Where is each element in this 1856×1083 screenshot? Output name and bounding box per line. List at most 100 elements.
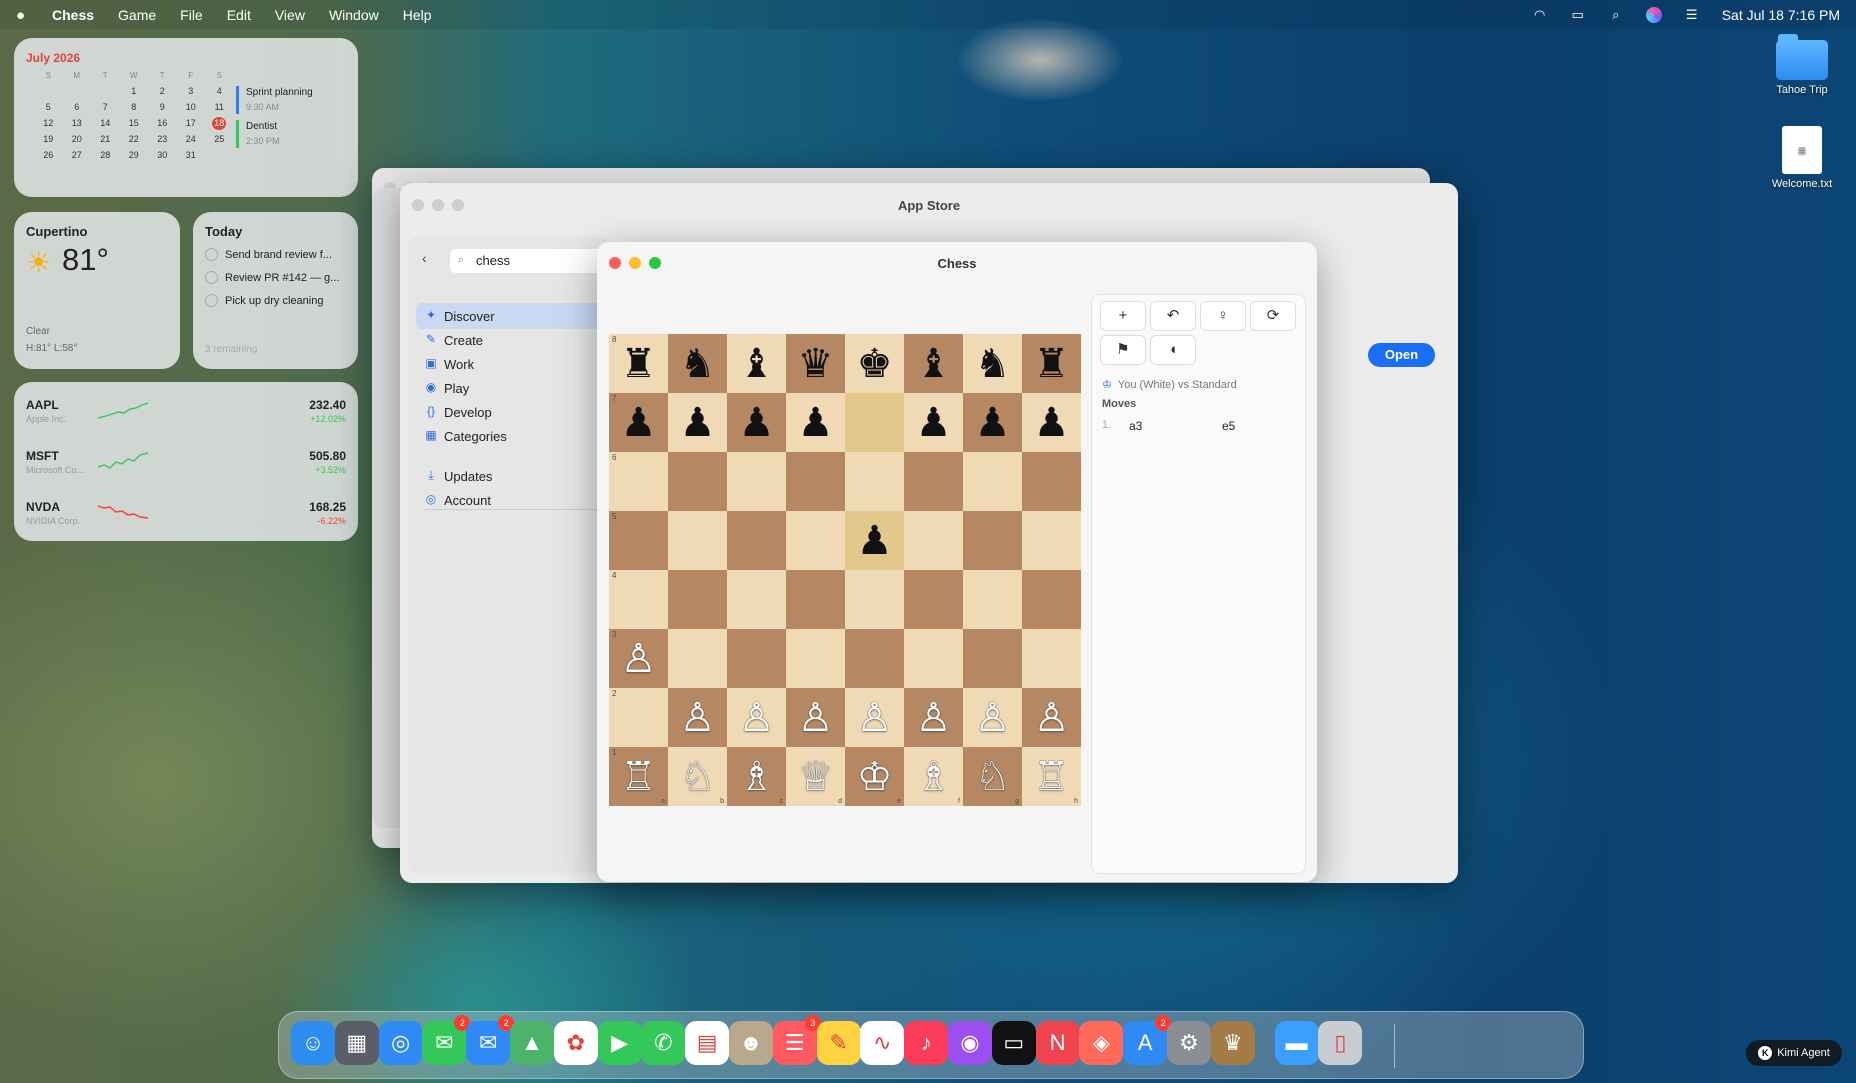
- reminder-item[interactable]: Pick up dry cleaning: [205, 294, 323, 307]
- siri-icon[interactable]: [1645, 6, 1662, 23]
- contacts-icon[interactable]: ☻: [729, 1021, 773, 1065]
- white-piece[interactable]: ♗: [916, 757, 952, 797]
- square-g1[interactable]: g ♘: [963, 747, 1022, 806]
- black-piece[interactable]: ♜: [621, 344, 657, 384]
- square-c8[interactable]: ♝: [727, 334, 786, 393]
- calendar-icon[interactable]: ▤: [685, 1021, 730, 1065]
- square-d7[interactable]: ♟: [786, 393, 845, 452]
- menu-edit[interactable]: Edit: [227, 7, 251, 23]
- calendar-day[interactable]: 28: [91, 149, 120, 162]
- square-c2[interactable]: ♙: [727, 688, 786, 747]
- square-f1[interactable]: f ♗: [904, 747, 963, 806]
- square-a5[interactable]: 5: [609, 511, 668, 570]
- calendar-event[interactable]: Sprint planning 9:30 AM: [236, 86, 313, 114]
- square-g5[interactable]: [963, 511, 1022, 570]
- stock-row[interactable]: MSFT Microsoft Co... 505.80 +3.52%: [26, 445, 346, 483]
- sidebar-item-develop[interactable]: {} Develop: [416, 399, 608, 425]
- square-f8[interactable]: ♝: [904, 334, 963, 393]
- desktop-file[interactable]: ≡ Welcome.txt: [1762, 126, 1842, 190]
- square-e8[interactable]: ♚: [845, 334, 904, 393]
- checkbox-icon[interactable]: [205, 294, 218, 307]
- white-piece[interactable]: ♘: [680, 757, 716, 797]
- white-piece[interactable]: ♙: [975, 698, 1011, 738]
- black-piece[interactable]: ♟: [739, 403, 775, 443]
- square-c4[interactable]: [727, 570, 786, 629]
- stock-row[interactable]: NVDA NVIDIA Corp. 168.25 -6.22%: [26, 496, 346, 534]
- rotate-board-button[interactable]: ⟳: [1250, 301, 1296, 331]
- square-d5[interactable]: [786, 511, 845, 570]
- square-c1[interactable]: c ♗: [727, 747, 786, 806]
- trash-icon[interactable]: ▯: [1318, 1021, 1363, 1065]
- white-piece[interactable]: ♙: [739, 698, 775, 738]
- stock-row[interactable]: AAPL Apple Inc. 232.40 +12.02%: [26, 394, 346, 432]
- calendar-day[interactable]: 23: [148, 133, 177, 146]
- square-f7[interactable]: ♟: [904, 393, 963, 452]
- black-piece[interactable]: ♚: [857, 344, 893, 384]
- square-a4[interactable]: 4: [609, 570, 668, 629]
- messages-icon[interactable]: ✉ 2: [422, 1015, 471, 1065]
- launchpad-icon[interactable]: ▦: [334, 1021, 379, 1065]
- music-icon[interactable]: ♪: [904, 1021, 949, 1065]
- calendar-widget[interactable]: July 2026 S M T W T F S 1 2 3 4 5 6 7 8 9 10 11 12 13 14 15 16…: [14, 38, 358, 197]
- square-h1[interactable]: h ♖: [1022, 747, 1081, 806]
- calendar-day[interactable]: 15: [120, 117, 149, 130]
- calendar-day[interactable]: 3: [177, 85, 206, 98]
- black-piece[interactable]: ♜: [1034, 344, 1070, 384]
- square-d4[interactable]: [786, 570, 845, 629]
- menu-view[interactable]: View: [275, 7, 305, 23]
- safari-icon[interactable]: ◎: [378, 1021, 423, 1065]
- white-piece[interactable]: ♙: [680, 698, 716, 738]
- calendar-day[interactable]: 17: [177, 117, 206, 130]
- square-h6[interactable]: [1022, 452, 1081, 511]
- sidebar-item-categories[interactable]: ▦ Categories: [416, 423, 608, 449]
- calendar-day[interactable]: 16: [148, 117, 177, 130]
- white-piece[interactable]: ♘: [975, 757, 1011, 797]
- square-g7[interactable]: ♟: [963, 393, 1022, 452]
- desktop-folder[interactable]: Tahoe Trip: [1762, 34, 1842, 96]
- battery-icon[interactable]: ▭: [1570, 7, 1586, 22]
- square-c5[interactable]: [727, 511, 786, 570]
- square-d3[interactable]: [786, 629, 845, 688]
- square-h3[interactable]: [1022, 629, 1081, 688]
- settings-icon[interactable]: ⚙: [1167, 1021, 1211, 1065]
- calendar-day[interactable]: 18: [212, 117, 227, 130]
- square-h8[interactable]: ♜: [1022, 334, 1081, 393]
- checkbox-icon[interactable]: [205, 271, 218, 284]
- square-b7[interactable]: ♟: [668, 393, 727, 452]
- menu-game[interactable]: Game: [118, 7, 156, 23]
- square-c3[interactable]: [727, 629, 786, 688]
- calendar-day[interactable]: 7: [91, 101, 120, 114]
- square-h7[interactable]: ♟: [1022, 393, 1081, 452]
- sidebar-item-create[interactable]: ✎ Create: [416, 327, 608, 353]
- black-piece[interactable]: ♞: [680, 344, 716, 384]
- appstore-icon[interactable]: A2: [1123, 1015, 1172, 1065]
- white-piece[interactable]: ♔: [857, 757, 893, 797]
- black-piece[interactable]: ♟: [857, 521, 893, 561]
- square-e4[interactable]: [845, 570, 904, 629]
- black-piece[interactable]: ♝: [739, 344, 775, 384]
- white-piece[interactable]: ♕: [798, 757, 834, 797]
- menu-file[interactable]: File: [180, 7, 203, 23]
- news-icon[interactable]: N: [1035, 1021, 1080, 1065]
- calendar-day[interactable]: 13: [63, 117, 92, 130]
- white-piece[interactable]: ♙: [621, 639, 657, 679]
- reminder-item[interactable]: Send brand review f...: [205, 248, 332, 261]
- calendar-day[interactable]: 9: [148, 101, 177, 114]
- agent-badge[interactable]: K Kimi Agent: [1746, 1040, 1842, 1066]
- square-b8[interactable]: ♞: [668, 334, 727, 393]
- calendar-day[interactable]: 2: [148, 85, 177, 98]
- black-piece[interactable]: ♟: [975, 403, 1011, 443]
- checkbox-icon[interactable]: [205, 248, 218, 261]
- speak-button[interactable]: ◖: [1150, 335, 1196, 365]
- notes-icon[interactable]: ✎: [816, 1021, 861, 1065]
- white-piece[interactable]: ♙: [916, 698, 952, 738]
- square-a7[interactable]: 7 ♟: [609, 393, 668, 452]
- calendar-day[interactable]: 1: [120, 85, 149, 98]
- calendar-day[interactable]: 5: [34, 101, 63, 114]
- hint-button[interactable]: ♀: [1200, 301, 1246, 331]
- black-piece[interactable]: ♟: [621, 403, 657, 443]
- reminder-item[interactable]: Review PR #142 — g...: [205, 271, 339, 284]
- square-e5[interactable]: ♟: [845, 511, 904, 570]
- square-b6[interactable]: [668, 452, 727, 511]
- square-d8[interactable]: ♛: [786, 334, 845, 393]
